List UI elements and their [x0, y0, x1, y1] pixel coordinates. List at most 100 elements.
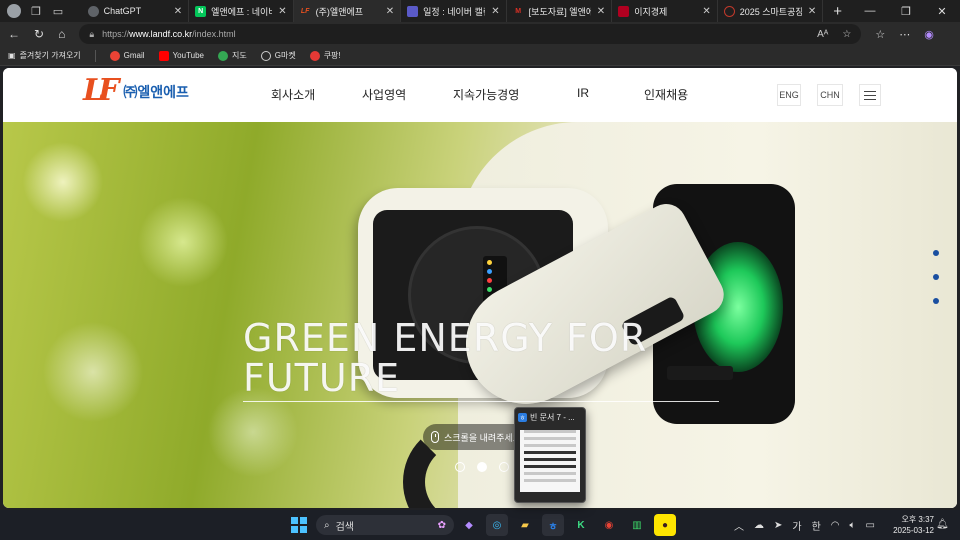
tab-strip-left-controls: ❐ ▭: [0, 3, 82, 19]
bookmark-maps[interactable]: 지도: [218, 50, 247, 61]
favorite-star-icon[interactable]: ☆: [842, 29, 851, 40]
wifi-icon[interactable]: ◠: [831, 520, 840, 531]
tab-close-icon[interactable]: ✕: [278, 6, 286, 17]
nav-business[interactable]: 사업영역: [362, 86, 453, 103]
tab-close-icon[interactable]: ✕: [702, 6, 710, 17]
tab-press-release[interactable]: M [보도자료] 엘앤에프 ✕: [507, 0, 613, 22]
nav-ir[interactable]: IR: [577, 86, 644, 103]
google-icon: [218, 50, 228, 61]
tab-title: [보도자료] 엘앤에프: [528, 6, 591, 17]
tab-naver-calendar[interactable]: 일정 : 네이버 캘린더 ✕: [401, 0, 507, 22]
taskbar-window-preview[interactable]: ㅎ 빈 문서 7 - ...: [514, 407, 586, 503]
chrome-app-icon[interactable]: ◉: [598, 514, 620, 536]
chart-app-icon[interactable]: ▥: [626, 514, 648, 536]
tab-chatgpt[interactable]: ChatGPT ✕: [82, 0, 190, 22]
section-dot-2[interactable]: [933, 274, 939, 280]
copilot-icon[interactable]: ◉: [924, 28, 934, 41]
onedrive-cloud-icon[interactable]: ☁: [754, 520, 764, 531]
back-arrow-icon[interactable]: ←: [8, 27, 20, 41]
web-page: LF ㈜엘앤에프 회사소개 사업영역 지속가능경영 IR 인재채용 ENG CH…: [3, 68, 957, 508]
tab-naver-search[interactable]: N 엘앤에프 : 네이버 검 ✕: [189, 0, 294, 22]
section-dot-3[interactable]: [933, 298, 939, 304]
volume-mute-icon[interactable]: 🔈︎: [850, 520, 856, 531]
loading-favicon-icon: [723, 5, 735, 17]
browser-tab-strip: ❐ ▭ ChatGPT ✕ N 엘앤에프 : 네이버 검 ✕ LF (주)엘앤에…: [0, 0, 960, 22]
close-window-icon[interactable]: ✕: [924, 5, 960, 18]
send-arrow-icon[interactable]: ➤: [774, 520, 782, 531]
search-highlight-icon: ✿: [437, 519, 446, 531]
minimize-icon[interactable]: —: [852, 5, 888, 18]
windows-start-icon[interactable]: [291, 517, 307, 533]
slide-dot-3[interactable]: [499, 462, 509, 472]
favorites-collection-icon[interactable]: ☆: [875, 28, 885, 41]
lang-chn-button[interactable]: CHN: [817, 84, 843, 106]
tab-landf[interactable]: LF (주)엘앤에프 ✕: [293, 0, 402, 22]
battery-icon[interactable]: ▭: [866, 520, 875, 531]
logo-text: ㈜엘앤에프: [123, 84, 189, 100]
taskbar-clock[interactable]: 오후 3:37 2025-03-12: [890, 514, 934, 536]
hero-banner: GREEN ENERGY FOR FUTURE 스크롤을 내려주세요: [3, 122, 957, 508]
tab-close-icon[interactable]: ✕: [597, 6, 605, 17]
nav-careers[interactable]: 인재채용: [644, 86, 714, 103]
tab-close-icon[interactable]: ✕: [491, 6, 499, 17]
profile-icon[interactable]: [6, 3, 22, 19]
tab-ezyeconomy[interactable]: 이지경제 ✕: [612, 0, 718, 22]
lang-eng-button[interactable]: ENG: [777, 84, 801, 106]
tab-close-icon[interactable]: ✕: [808, 6, 816, 17]
workspaces-icon[interactable]: ❐: [28, 3, 44, 19]
hero-divider: [243, 401, 719, 402]
hero-title-line2: FUTURE: [243, 356, 401, 400]
clock-date: 2025-03-12: [893, 526, 934, 535]
news-favicon-icon: [618, 5, 630, 17]
lock-icon: 🔒︎: [89, 28, 95, 39]
preview-thumbnail: [520, 430, 580, 492]
file-explorer-icon[interactable]: ▰: [514, 514, 536, 536]
tab-smart-factory[interactable]: 2025 스마트공장 · 자 ✕: [718, 0, 824, 22]
scroll-hint-text: 스크롤을 내려주세요: [444, 432, 522, 443]
main-nav: 회사소개 사업영역 지속가능경영 IR 인재채용: [271, 86, 714, 103]
bookmark-coupang[interactable]: 쿠팡!: [309, 50, 341, 61]
landf-logo[interactable]: LF ㈜엘앤에프: [83, 76, 189, 106]
bookmark-import[interactable]: ▣ 즐겨찾기 가져오기: [8, 50, 81, 61]
more-menu-icon[interactable]: ⋯: [899, 28, 910, 41]
address-end-icons: Aᴬ ☆: [817, 29, 851, 40]
section-dot-1[interactable]: [933, 250, 939, 256]
kiwoom-app-icon[interactable]: K: [570, 514, 592, 536]
nav-sustainability[interactable]: 지속가능경영: [453, 86, 577, 103]
bookmark-gmarket[interactable]: G마켓: [260, 50, 296, 61]
url-text: https://www.landf.co.kr/index.html: [102, 29, 236, 39]
tab-title: ChatGPT: [103, 6, 142, 16]
bookmark-gmail[interactable]: Gmail: [109, 50, 145, 61]
nav-company[interactable]: 회사소개: [271, 86, 362, 103]
tray-expand-icon[interactable]: ︿: [734, 518, 744, 533]
edge-app-icon[interactable]: ◎: [486, 514, 508, 536]
copilot-app-icon[interactable]: ◆: [458, 514, 480, 536]
calendar-favicon-icon: [407, 5, 419, 17]
kakaotalk-icon[interactable]: ●: [654, 514, 676, 536]
search-label: 검색: [335, 521, 355, 533]
bookmark-youtube[interactable]: YouTube: [158, 50, 204, 61]
tab-actions-icon[interactable]: ▭: [50, 3, 66, 19]
plug-bar: [667, 366, 733, 380]
tab-title: (주)엘앤에프: [315, 6, 364, 17]
refresh-icon[interactable]: ↻: [34, 27, 44, 41]
read-aloud-icon[interactable]: Aᴬ: [817, 29, 828, 40]
notification-bell-icon[interactable]: 🔔︎: [936, 519, 949, 530]
folder-icon: ▣: [8, 51, 16, 60]
hwp-taskbar-icon[interactable]: ㅎ: [542, 514, 564, 536]
ime-ga[interactable]: 가: [792, 518, 801, 533]
ime-han[interactable]: 한: [812, 518, 821, 533]
google-icon: [109, 50, 120, 61]
slide-dot-1[interactable]: [455, 462, 465, 472]
slide-dot-2[interactable]: [477, 462, 487, 472]
taskbar-search[interactable]: ⌕ 검색 ✿: [316, 515, 454, 535]
new-tab-plus-icon[interactable]: +: [823, 3, 852, 20]
tab-close-icon[interactable]: ✕: [386, 6, 394, 17]
hamburger-menu-icon[interactable]: [859, 84, 881, 106]
tab-favicon-icon: [87, 5, 99, 17]
address-input[interactable]: 🔒︎ https://www.landf.co.kr/index.html Aᴬ…: [79, 24, 862, 44]
restore-icon[interactable]: ❐: [888, 5, 924, 18]
address-toolbar: ← ↻ ⌂ 🔒︎ https://www.landf.co.kr/index.h…: [0, 22, 960, 46]
home-icon[interactable]: ⌂: [58, 27, 65, 41]
tab-close-icon[interactable]: ✕: [174, 6, 182, 17]
